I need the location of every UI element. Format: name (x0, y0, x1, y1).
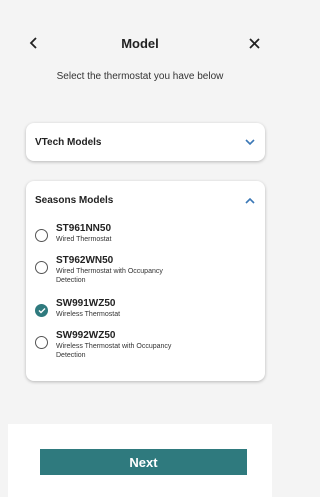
model-name: SW991WZ50 (56, 298, 116, 309)
model-name: ST961NN50 (56, 223, 112, 234)
page-subtitle: Select the thermostat you have below (56, 71, 224, 82)
radio-button[interactable] (35, 229, 48, 242)
close-button[interactable] (246, 33, 262, 53)
model-description: Wireless Thermostat (56, 311, 121, 318)
close-icon (248, 37, 260, 49)
model-description: Wireless Thermostat with Occupancy (56, 343, 172, 350)
radio-button[interactable] (35, 261, 48, 274)
model-option-selected[interactable]: SW991WZ50 Wireless Thermostat (35, 298, 259, 319)
chevron-down-icon (244, 136, 256, 148)
checkmark-icon (38, 308, 45, 314)
model-option[interactable]: ST962WN50 Wired Thermostat with Occupanc… (35, 255, 259, 285)
model-description: Wired Thermostat (56, 236, 112, 243)
chevron-up-icon (244, 194, 256, 206)
seasons-models-header[interactable]: Seasons Models (26, 181, 265, 219)
vtech-models-card: VTech Models (26, 123, 265, 161)
radio-button[interactable] (35, 336, 48, 349)
seasons-models-card: Seasons Models ST961NN50 Wired Thermosta… (26, 181, 265, 381)
model-description: Wired Thermostat with Occupancy (56, 268, 163, 275)
seasons-models-title: Seasons Models (35, 194, 114, 206)
model-option[interactable]: SW992WZ50 Wireless Thermostat with Occup… (35, 330, 259, 360)
page-title: Model (121, 36, 159, 51)
next-button[interactable]: Next (40, 449, 247, 475)
vtech-models-header[interactable]: VTech Models (26, 123, 265, 161)
model-name: SW992WZ50 (56, 330, 116, 341)
radio-button-checked[interactable] (35, 304, 48, 317)
header: Model Select the thermostat you have bel… (0, 0, 280, 90)
model-description-cont: Detection (56, 352, 86, 359)
model-option[interactable]: ST961NN50 Wired Thermostat (35, 223, 259, 244)
vtech-models-title: VTech Models (35, 136, 102, 148)
model-description-cont: Detection (56, 277, 86, 284)
model-name: ST962WN50 (56, 255, 114, 266)
